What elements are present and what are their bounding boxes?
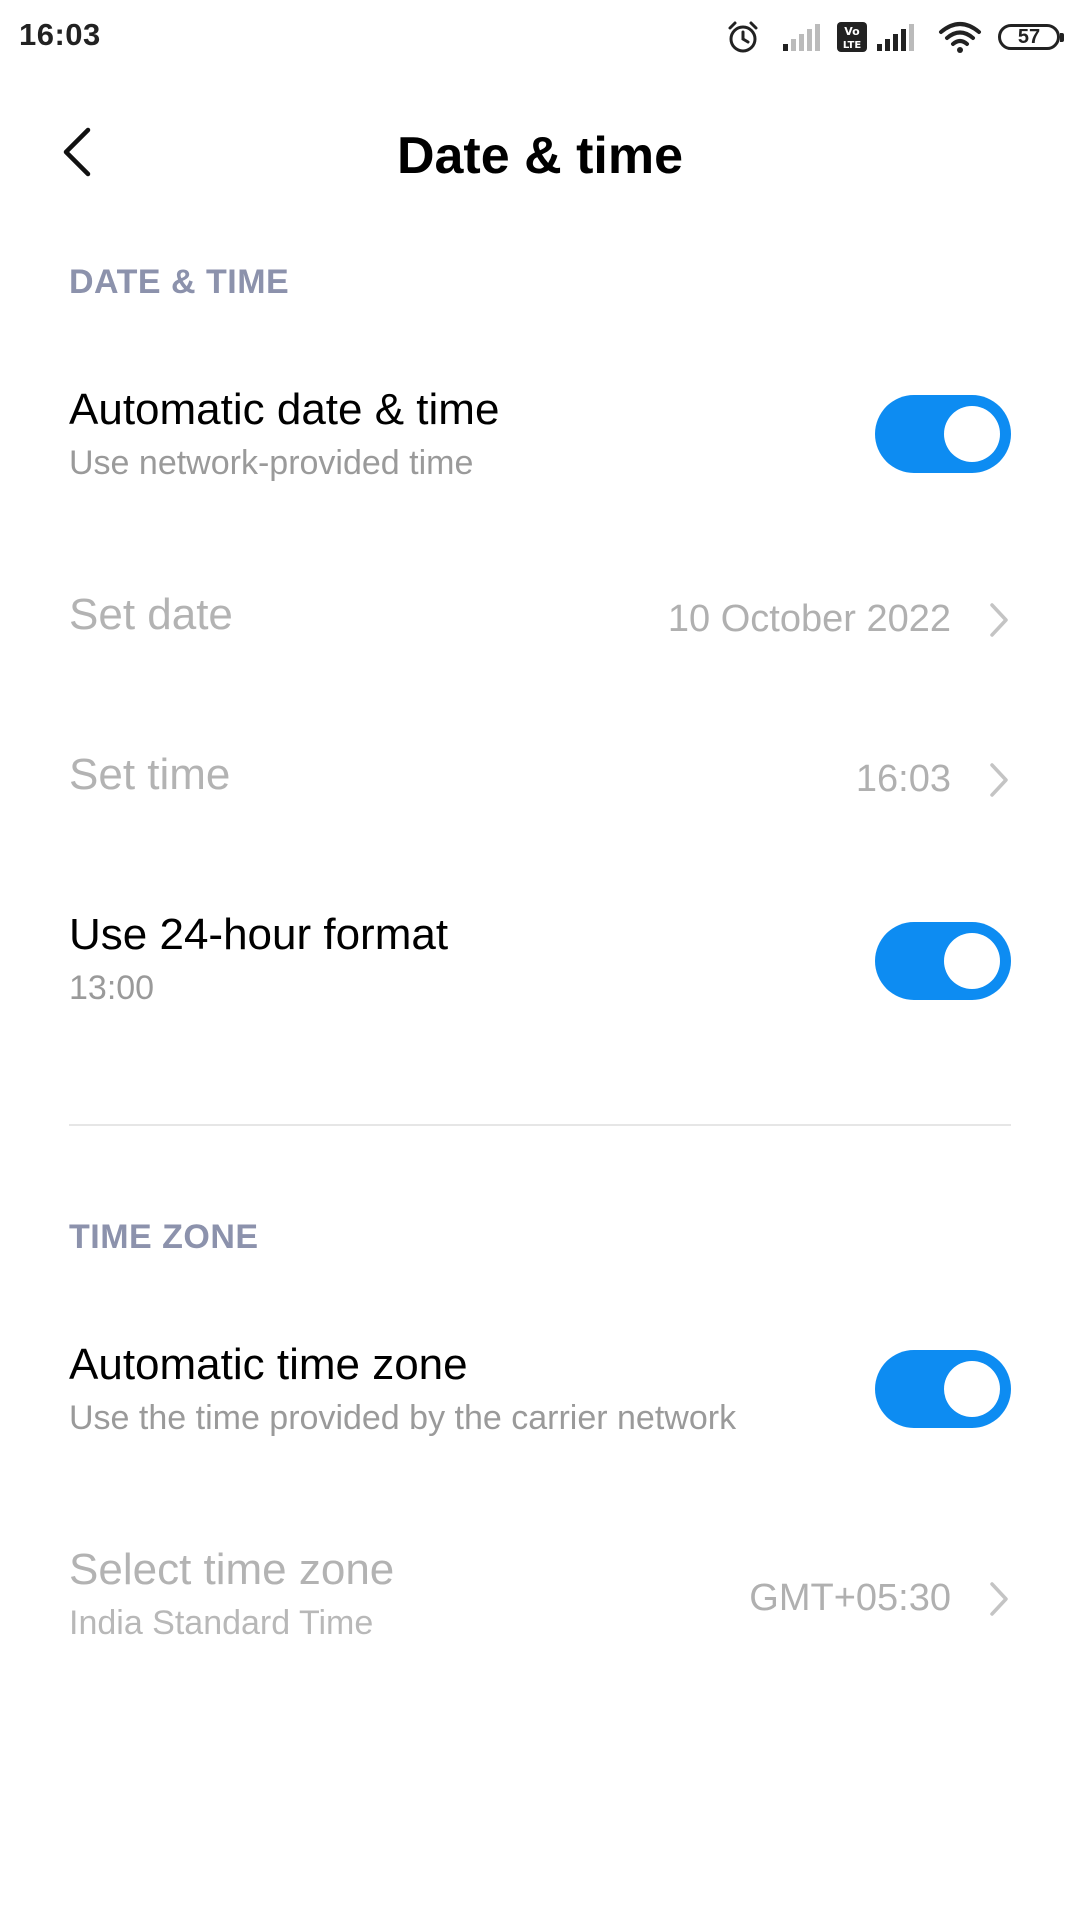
toggle-knob xyxy=(944,1361,1000,1417)
automatic-date-time-row[interactable]: Automatic date & time Use network-provid… xyxy=(69,385,1011,495)
set-time-row[interactable]: Set time 16:03 xyxy=(69,750,1011,812)
row-subtitle: Use network-provided time xyxy=(69,443,474,482)
battery-icon: 57 xyxy=(998,24,1064,50)
select-time-zone-row[interactable]: Select time zone India Standard Time GMT… xyxy=(69,1545,1011,1655)
set-date-value: 10 October 2022 xyxy=(667,598,951,640)
row-title: Automatic time zone xyxy=(69,1340,468,1389)
select-time-zone-value: GMT+05:30 xyxy=(749,1577,951,1619)
chevron-right-icon xyxy=(987,600,1011,640)
signal-icon xyxy=(876,22,916,52)
status-bar: 16:03 Vo LTE 57 xyxy=(0,0,1080,74)
automatic-date-time-toggle[interactable] xyxy=(875,395,1011,473)
battery-level: 57 xyxy=(1017,26,1041,48)
page-title: Date & time xyxy=(396,127,684,185)
section-divider xyxy=(69,1124,1011,1126)
row-subtitle: 13:00 xyxy=(69,968,155,1007)
svg-text:LTE: LTE xyxy=(843,40,862,51)
use-24-hour-row[interactable]: Use 24-hour format 13:00 xyxy=(69,910,1011,1020)
automatic-time-zone-toggle[interactable] xyxy=(875,1350,1011,1428)
signal-icon xyxy=(782,22,822,52)
alarm-icon xyxy=(726,20,760,54)
set-date-row[interactable]: Set date 10 October 2022 xyxy=(69,590,1011,652)
automatic-time-zone-row[interactable]: Automatic time zone Use the time provide… xyxy=(69,1340,1011,1450)
toggle-knob xyxy=(944,933,1000,989)
status-icons: Vo LTE 57 xyxy=(726,16,1064,58)
row-subtitle: Use the time provided by the carrier net… xyxy=(69,1398,737,1437)
section-label-date-time: DATE & TIME xyxy=(69,263,290,301)
volte-icon: Vo LTE xyxy=(836,21,868,53)
section-label-time-zone: TIME ZONE xyxy=(69,1218,259,1256)
toggle-knob xyxy=(944,406,1000,462)
row-title: Use 24-hour format xyxy=(69,910,449,959)
chevron-right-icon xyxy=(987,760,1011,800)
status-time: 16:03 xyxy=(19,17,101,52)
set-time-value: 16:03 xyxy=(855,758,951,800)
row-title: Automatic date & time xyxy=(69,385,500,434)
header: Date & time xyxy=(0,100,1080,210)
wifi-icon xyxy=(938,20,982,54)
use-24-hour-toggle[interactable] xyxy=(875,922,1011,1000)
chevron-right-icon xyxy=(987,1579,1011,1619)
svg-text:Vo: Vo xyxy=(844,25,860,38)
